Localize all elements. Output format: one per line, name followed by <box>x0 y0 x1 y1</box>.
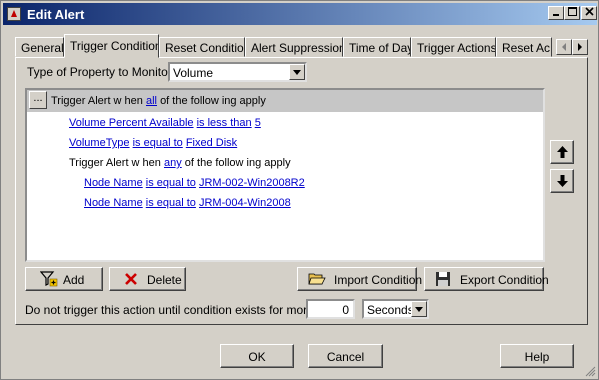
import-condition-button[interactable]: Import Condition <box>297 267 422 291</box>
condition-row: Volume Percent Available is less than 5 <box>69 117 261 129</box>
minimize-button[interactable] <box>548 6 564 20</box>
export-condition-label: Export Condition <box>460 273 549 287</box>
tab-strip: General Trigger Condition Reset Conditio… <box>15 34 588 58</box>
add-button-label: Add <box>63 273 85 287</box>
condition-operator-link[interactable]: is less than <box>197 117 252 129</box>
property-type-label: Type of Property to Monitor: <box>27 65 176 79</box>
chevron-down-icon <box>293 70 301 75</box>
open-folder-icon <box>308 273 326 285</box>
condition-field-link[interactable]: Node Name <box>84 197 143 209</box>
chevron-left-icon <box>562 43 566 51</box>
condition-root-quantifier-link[interactable]: all <box>146 95 157 107</box>
condition-operator-link[interactable]: is equal to <box>146 177 196 189</box>
edit-alert-dialog: Edit Alert General Trigger Condition Res… <box>0 0 599 380</box>
tab-scroll-right-button[interactable] <box>572 39 588 55</box>
condition-menu-button[interactable]: ... <box>29 91 47 109</box>
condition-root-prefix: Trigger Alert w hen <box>51 95 143 107</box>
delete-icon <box>125 273 137 285</box>
tab-trigger-condition[interactable]: Trigger Condition <box>64 34 159 58</box>
condition-group-row: Trigger Alert w hen any of the follow in… <box>69 157 291 169</box>
title-bar: Edit Alert <box>3 3 597 25</box>
tab-time-of-day[interactable]: Time of Day <box>343 37 411 57</box>
delay-value: 0 <box>342 303 349 317</box>
property-type-value: Volume <box>173 66 214 80</box>
export-condition-button[interactable]: Export Condition <box>424 267 549 291</box>
condition-row: Node Name is equal to JRM-004-Win2008 <box>84 197 291 209</box>
delay-unit-select[interactable]: Seconds <box>362 299 429 319</box>
help-button[interactable]: Help <box>500 344 574 368</box>
close-icon <box>584 7 594 16</box>
condition-value-link[interactable]: JRM-002-Win2008R2 <box>199 177 305 189</box>
add-button[interactable]: Add <box>25 267 103 291</box>
delay-value-input[interactable]: 0 <box>306 299 355 319</box>
save-disk-icon <box>436 272 450 286</box>
tab-reset-actions[interactable]: Reset Ac <box>496 37 552 57</box>
tab-general[interactable]: General <box>15 37 64 57</box>
ok-button[interactable]: OK <box>220 344 294 368</box>
property-type-select[interactable]: Volume <box>168 62 307 82</box>
condition-group-prefix: Trigger Alert w hen <box>69 157 161 169</box>
condition-row: Node Name is equal to JRM-002-Win2008R2 <box>84 177 305 189</box>
tab-scroll-left-button[interactable] <box>556 39 572 55</box>
condition-value-link[interactable]: 5 <box>255 117 261 129</box>
condition-group-suffix: of the follow ing apply <box>184 157 291 169</box>
condition-root-text: Trigger Alert w hen all of the follow in… <box>51 95 266 107</box>
condition-field-link[interactable]: VolumeType <box>69 137 130 149</box>
arrow-down-icon <box>557 175 568 187</box>
tab-alert-suppression[interactable]: Alert Suppression <box>245 37 343 57</box>
move-up-button[interactable] <box>550 140 574 164</box>
delay-label: Do not trigger this action until conditi… <box>25 303 341 317</box>
chevron-down-icon <box>415 307 423 312</box>
chevron-right-icon <box>578 43 582 51</box>
window-title: Edit Alert <box>27 7 85 22</box>
app-icon <box>7 7 21 21</box>
cancel-button[interactable]: Cancel <box>308 344 383 368</box>
maximize-icon <box>567 7 577 16</box>
condition-root-row[interactable]: ... Trigger Alert w hen all of the follo… <box>27 90 543 112</box>
delete-button[interactable]: Delete <box>109 267 186 291</box>
dropdown-button[interactable] <box>411 301 427 317</box>
arrow-up-icon <box>557 146 568 158</box>
ok-button-label: OK <box>248 350 266 364</box>
minimize-icon <box>553 14 559 16</box>
cancel-button-label: Cancel <box>326 350 365 364</box>
condition-row: VolumeType is equal to Fixed Disk <box>69 137 237 149</box>
add-filter-icon <box>40 271 58 287</box>
delay-unit-value: Seconds <box>367 303 414 317</box>
condition-operator-link[interactable]: is equal to <box>133 137 183 149</box>
condition-group-quantifier-link[interactable]: any <box>164 157 182 169</box>
maximize-button[interactable] <box>564 6 580 20</box>
tab-trigger-actions[interactable]: Trigger Actions <box>411 37 496 57</box>
condition-tree[interactable]: ... Trigger Alert w hen all of the follo… <box>25 88 545 262</box>
delete-button-label: Delete <box>147 273 182 287</box>
condition-operator-link[interactable]: is equal to <box>146 197 196 209</box>
condition-value-link[interactable]: Fixed Disk <box>186 137 237 149</box>
dropdown-button[interactable] <box>289 64 305 80</box>
condition-field-link[interactable]: Node Name <box>84 177 143 189</box>
tab-reset-condition[interactable]: Reset Condition <box>159 37 245 57</box>
condition-root-suffix: of the follow ing apply <box>160 95 266 107</box>
close-button[interactable] <box>581 6 597 20</box>
help-button-label: Help <box>524 350 550 364</box>
condition-value-link[interactable]: JRM-004-Win2008 <box>199 197 291 209</box>
condition-field-link[interactable]: Volume Percent Available <box>69 117 194 129</box>
move-down-button[interactable] <box>550 169 574 193</box>
import-condition-label: Import Condition <box>334 273 423 287</box>
resize-grip-icon[interactable] <box>585 366 596 377</box>
